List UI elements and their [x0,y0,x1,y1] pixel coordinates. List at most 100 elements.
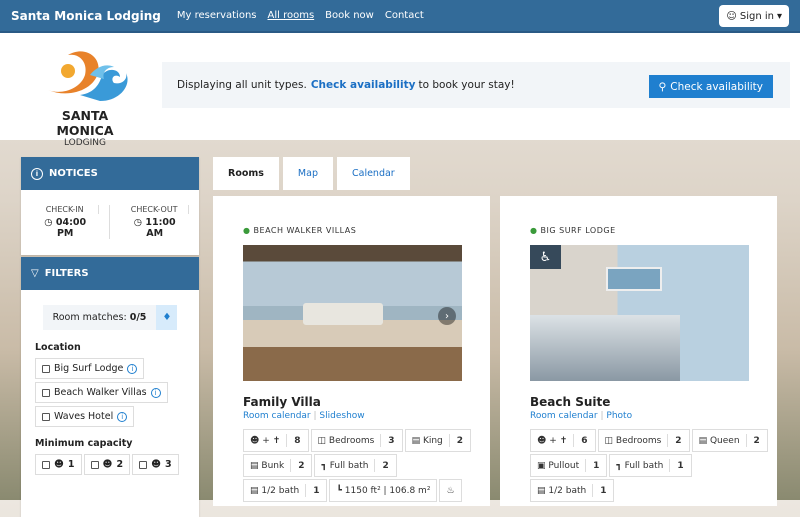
location-label: Waves Hotel [54,411,114,422]
location-big-surf-lodge[interactable]: Big Surf Lodge i [35,358,145,379]
room-photo[interactable]: › [243,245,462,381]
checkbox[interactable] [90,460,99,469]
clock-icon: ◷ [44,217,53,228]
bunk-icon: ▤ [250,460,259,471]
checkbox[interactable] [42,388,50,397]
capacity-2[interactable]: ☻ 2 [83,454,131,475]
capacity-value: 3 [164,459,172,470]
location-beach-walker-villas[interactable]: Beach Walker Villas i [35,382,168,403]
checkin-label: CHECK-IN [31,205,100,214]
logo[interactable]: SANTA MONICA LODGING [35,45,135,148]
wheelchair-accessible-icon: ♿ [530,245,561,269]
sofa-icon: ▣ [537,460,546,471]
feature-pullout: ▣ Pullout 1 [530,454,608,477]
feature-label: + [262,435,270,446]
room-calendar-link[interactable]: Room calendar [243,411,311,421]
clear-filters-eraser-icon[interactable]: ♦ [156,305,178,330]
checkbox[interactable] [42,364,50,373]
feature-value: 1 [585,459,606,472]
filters-title: FILTERS [44,268,89,279]
person-icon: ☻ [54,459,64,470]
feature-label: Bunk [261,460,285,471]
view-tabs: Rooms Map Calendar [213,157,410,190]
checkbox[interactable] [42,412,50,421]
toilet-icon: ▤ [537,485,546,496]
nav-my-reservations[interactable]: My reservations [177,10,257,21]
toilet-icon: ▤ [250,485,259,496]
sign-in-button[interactable]: ☺ Sign in ▾ [719,5,789,27]
wall-art [606,267,662,291]
checkout-time: 11:00 AM [145,217,176,239]
child-icon: ✝ [272,435,281,446]
feature-label: Bedrooms [615,435,662,446]
tab-calendar[interactable]: Calendar [336,157,410,190]
checkbox[interactable] [139,460,148,469]
room-title[interactable]: Family Villa [243,395,321,409]
bed-icon: ▤ [411,435,421,446]
feature-value: 2 [667,434,688,447]
info-icon[interactable]: i [150,387,161,398]
check-availability-label: Check availability [670,80,763,93]
feature-value: 8 [286,434,307,447]
availability-banner: Displaying all unit types. Check availab… [162,62,790,108]
tab-rooms[interactable]: Rooms [213,157,279,190]
location-label: Beach Walker Villas [54,387,147,398]
info-icon[interactable]: i [117,411,128,422]
banner-suffix: to book your stay! [418,79,515,91]
guests-icon: ☻ [537,435,547,446]
feature-bedrooms: ◫ Bedrooms 2 [597,429,690,452]
feature-value: 1 [305,484,326,497]
feature-value: 6 [573,434,594,447]
feature-heater: ♨ [439,479,462,502]
nav-all-rooms[interactable]: All rooms [268,10,315,21]
tab-map[interactable]: Map [282,157,333,190]
room-location: BEACH WALKER VILLAS [253,226,357,235]
nav-book-now[interactable]: Book now [325,10,374,21]
nav-contact[interactable]: Contact [385,10,424,21]
banner-text: Displaying all unit types. [177,79,307,91]
door-icon: ◫ [317,435,327,446]
child-icon: ✝ [559,435,568,446]
checkin-time: 04:00 PM [55,217,87,239]
room-location: BIG SURF LODGE [540,226,616,235]
room-card: ● BIG SURF LODGE ♿ Beach Suite Room cale… [500,196,777,506]
location-label: Location [35,342,81,353]
notices-panel: i NOTICES CHECK-IN ◷ 04:00 PM CHECK-OUT ◷ 1… [21,157,199,255]
header: SANTA MONICA LODGING Displaying all unit… [0,33,800,148]
feature-label: Bedrooms [328,435,375,446]
room-calendar-link[interactable]: Room calendar [530,411,598,421]
brand[interactable]: Santa Monica Lodging [11,9,161,23]
info-icon[interactable]: i [127,363,138,374]
logo-title: SANTA MONICA [56,108,114,138]
feature-value: 2 [448,434,470,447]
check-availability-link[interactable]: Check availability [311,79,416,91]
feature-label: Queen [709,435,740,446]
check-availability-button[interactable]: ⚲ Check availability [648,75,773,98]
slideshow-link[interactable]: Slideshow [319,411,364,421]
door-icon: ◫ [604,435,614,446]
feature-value: 2 [290,459,311,472]
feature-king: ▤ King 2 [404,429,472,452]
map-pin-icon: ● [243,226,251,235]
room-title[interactable]: Beach Suite [530,395,610,409]
next-slide-chevron-icon[interactable]: › [438,307,456,325]
capacity-label: Minimum capacity [35,438,133,449]
logo-subtitle: LODGING [63,138,107,148]
photo-link[interactable]: Photo [606,411,632,421]
feature-queen: ▤ Queen 2 [691,429,768,452]
map-pin-icon: ● [530,226,538,235]
feature-bunk: ▤ Bunk 2 [243,454,313,477]
filter-icon: ▽ [31,268,39,279]
checkbox[interactable] [42,460,50,469]
bed-icon: ▤ [698,435,708,446]
capacity-1[interactable]: ☻ 1 [35,454,82,475]
capacity-3[interactable]: ☻ 3 [132,454,179,475]
feature-guests: ☻ + ✝ 8 [243,429,309,452]
feature-half-bath: ▤ 1/2 bath 1 [530,479,615,502]
feature-value: 1 [592,484,613,497]
room-photo[interactable] [530,245,749,381]
bath-icon: ┓ [616,460,622,471]
capacity-value: 2 [116,459,124,470]
info-icon: i [31,167,43,180]
location-waves-hotel[interactable]: Waves Hotel i [35,406,135,427]
